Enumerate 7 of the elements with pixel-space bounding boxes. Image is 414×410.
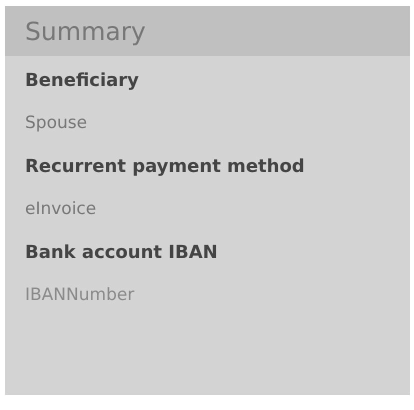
field-label: Recurrent payment method	[25, 155, 305, 179]
field-value: Spouse	[25, 112, 88, 135]
field-value: IBANNumber	[25, 284, 134, 307]
field-label: Beneficiary	[25, 69, 139, 93]
field-value: eInvoice	[25, 198, 96, 221]
panel-title: Summary	[25, 18, 146, 44]
field-label: Bank account IBAN	[25, 241, 218, 265]
